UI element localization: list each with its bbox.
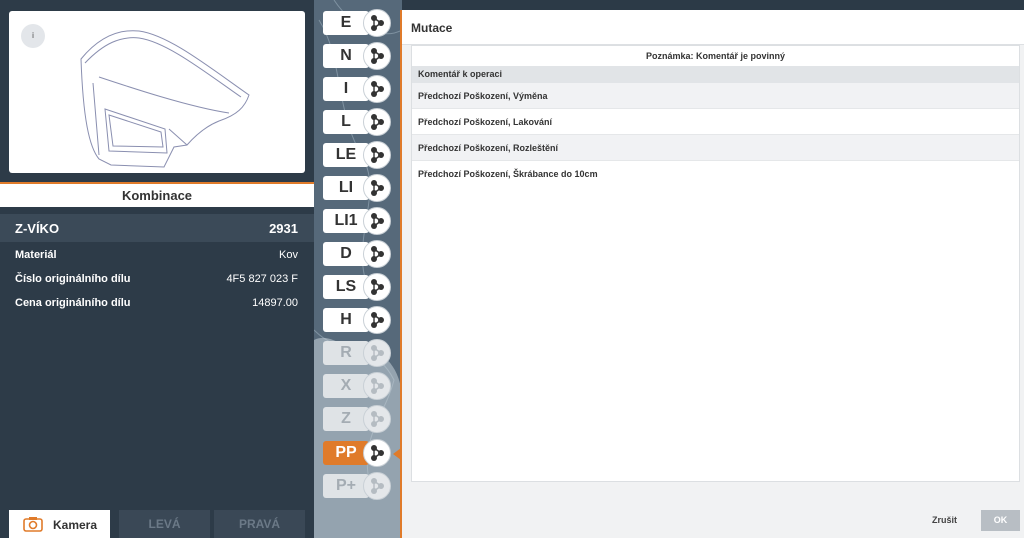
camera-button[interactable]: Kamera (9, 510, 110, 538)
operation-button-d[interactable]: D (323, 240, 402, 268)
network-icon[interactable] (363, 42, 391, 70)
operation-button-pp[interactable]: PP (323, 439, 402, 467)
part-name: Z-VÍKO (15, 221, 60, 236)
operation-button-le[interactable]: LE (323, 141, 402, 169)
part-panel: i Kombinace Z-VÍKO 2931 Materiál Kov Čís… (0, 0, 314, 538)
part-code: 2931 (269, 221, 298, 236)
part-header: Z-VÍKO 2931 (0, 214, 314, 242)
network-icon[interactable] (363, 240, 391, 268)
network-icon[interactable] (363, 108, 391, 136)
operation-button-r[interactable]: R (323, 339, 402, 367)
network-icon[interactable] (363, 141, 391, 169)
property-row: Cena originálního dílu 14897.00 (0, 294, 314, 314)
network-icon[interactable] (363, 306, 391, 334)
ok-button[interactable]: OK (981, 510, 1020, 531)
operation-button-p-plus[interactable]: P+ (323, 472, 402, 500)
property-key: Číslo originálního dílu (15, 273, 131, 285)
bottom-toolbar: Kamera LEVÁ PRAVÁ (0, 510, 314, 538)
network-icon[interactable] (363, 372, 391, 400)
operation-button-e[interactable]: E (323, 9, 402, 37)
dialog-title: Mutace (411, 21, 453, 35)
operations-panel: E N I L LE LI LI1 D LS H R X Z PP P+ (314, 0, 402, 538)
property-value: Kov (279, 249, 298, 261)
table-row[interactable]: Předchozí Poškození, Výměna (412, 83, 1019, 109)
property-key: Materiál (15, 249, 57, 261)
property-key: Cena originálního dílu (15, 297, 131, 309)
network-icon[interactable] (363, 207, 391, 235)
operation-button-l[interactable]: L (323, 108, 402, 136)
table-row[interactable]: Předchozí Poškození, Rozleštění (412, 135, 1019, 161)
network-icon[interactable] (363, 472, 391, 500)
comment-table: Poznámka: Komentář je povinný Komentář k… (411, 45, 1020, 482)
property-value: 14897.00 (252, 297, 298, 309)
required-note: Poznámka: Komentář je povinný (645, 51, 786, 61)
operation-button-li1[interactable]: LI1 (323, 207, 402, 235)
part-image-card: i (9, 11, 305, 173)
property-value: 4F5 827 023 F (226, 273, 298, 285)
operation-button-i[interactable]: I (323, 75, 402, 103)
operation-button-x[interactable]: X (323, 372, 402, 400)
info-icon[interactable]: i (21, 24, 45, 48)
active-pointer-icon (393, 448, 401, 460)
network-icon[interactable] (363, 174, 391, 202)
network-icon[interactable] (363, 439, 391, 467)
operation-button-n[interactable]: N (323, 42, 402, 70)
trunk-lid-image (80, 30, 250, 168)
operation-button-h[interactable]: H (323, 306, 402, 334)
operation-button-ls[interactable]: LS (323, 273, 402, 301)
table-header: Komentář k operaci (412, 66, 1019, 83)
operation-button-z[interactable]: Z (323, 405, 402, 433)
combination-tab[interactable]: Kombinace (0, 182, 314, 207)
right-side-button[interactable]: PRAVÁ (214, 510, 305, 538)
mutation-dialog: Mutace Poznámka: Komentář je povinný Kom… (402, 10, 1024, 538)
network-icon[interactable] (363, 339, 391, 367)
network-icon[interactable] (363, 273, 391, 301)
network-icon[interactable] (363, 405, 391, 433)
camera-label: Kamera (53, 518, 98, 532)
property-row: Číslo originálního dílu 4F5 827 023 F (0, 270, 314, 290)
network-icon[interactable] (363, 75, 391, 103)
network-icon[interactable] (363, 9, 391, 37)
dialog-header: Mutace (402, 10, 1024, 45)
operation-button-li[interactable]: LI (323, 174, 402, 202)
property-row: Materiál Kov (0, 246, 314, 266)
camera-icon (23, 517, 43, 532)
cancel-button[interactable]: Zrušit (932, 515, 957, 525)
left-side-button[interactable]: LEVÁ (119, 510, 210, 538)
table-row[interactable]: Předchozí Poškození, Lakování (412, 109, 1019, 135)
table-row[interactable]: Předchozí Poškození, Škrábance do 10cm (412, 161, 1019, 187)
